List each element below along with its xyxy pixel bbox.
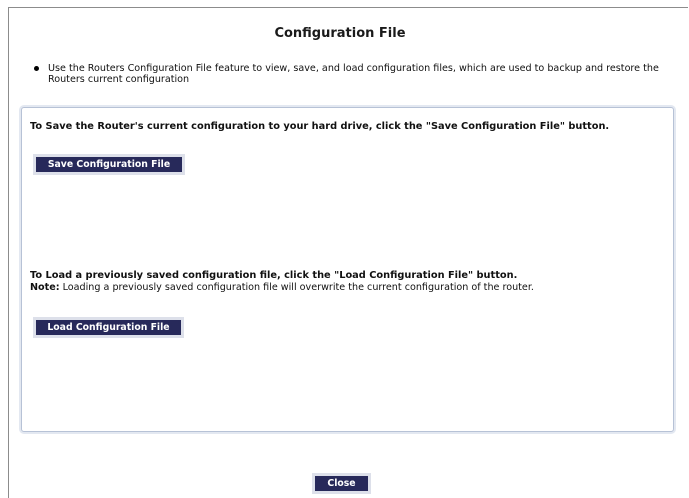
page-title: Configuration File	[274, 26, 406, 41]
load-note: Note: Loading a previously saved configu…	[30, 282, 534, 293]
bullet-icon	[34, 66, 39, 71]
load-configuration-file-button[interactable]: Load Configuration File	[36, 320, 181, 335]
note-label: Note:	[30, 282, 60, 293]
load-instruction: To Load a previously saved configuration…	[30, 270, 518, 281]
close-button[interactable]: Close	[315, 476, 368, 491]
note-text: Loading a previously saved configuration…	[59, 282, 534, 293]
intro-text: Use the Routers Configuration File featu…	[48, 63, 659, 86]
save-instruction: To Save the Router's current configurati…	[30, 121, 610, 132]
save-configuration-file-button[interactable]: Save Configuration File	[36, 157, 182, 172]
